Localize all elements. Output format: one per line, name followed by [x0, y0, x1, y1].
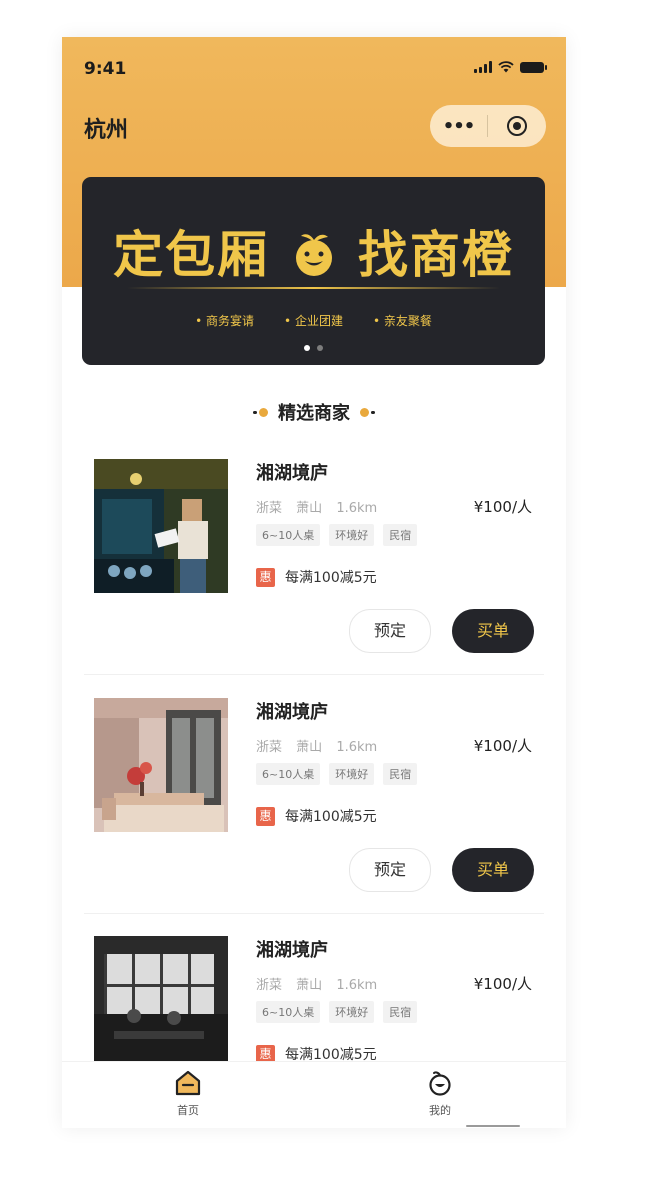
- merchant-tags: 6~10人桌 环境好 民宿: [256, 763, 418, 785]
- merchant-tag: 环境好: [329, 763, 375, 785]
- merchant-price: ¥100/人: [473, 498, 532, 516]
- tab-home-label: 首页: [177, 1104, 199, 1117]
- merchant-cuisine: 浙菜: [256, 501, 283, 516]
- carousel-dot[interactable]: [317, 345, 323, 351]
- merchant-distance: 1.6km: [336, 740, 378, 755]
- merchant-tag: 环境好: [329, 524, 375, 546]
- merchant-promo: 惠 每满100减5元: [256, 567, 377, 587]
- promo-banner[interactable]: 定包厢 找商橙 商务宴请 企业团建 亲友聚餐: [82, 177, 545, 365]
- merchant-photo: [94, 698, 228, 832]
- banner-tag: 企业团建: [284, 312, 343, 329]
- merchant-tags: 6~10人桌 环境好 民宿: [256, 524, 418, 546]
- merchant-card[interactable]: 湘湖境庐 浙菜 萧山 1.6km ¥100/人 6~10人桌 环境好 民宿 惠 …: [62, 459, 566, 699]
- merchant-area: 萧山: [296, 978, 323, 993]
- merchant-area: 萧山: [296, 501, 323, 516]
- promo-text: 每满100减5元: [285, 570, 377, 586]
- banner-title-left: 定包厢: [113, 225, 270, 284]
- more-menu-button[interactable]: •••: [430, 116, 487, 137]
- banner-tag: 商务宴请: [195, 312, 254, 329]
- status-bar: 9:41: [62, 37, 566, 101]
- reserve-button[interactable]: 预定: [349, 848, 431, 892]
- merchant-tag: 6~10人桌: [256, 524, 321, 546]
- phone-screen: 9:41 杭州 ••• 定包厢 找商橙 • 商务宴请 • 企业团建 • 亲友聚餐…: [62, 37, 566, 1128]
- merchant-photo: [94, 936, 228, 1070]
- home-indicator: [466, 1125, 520, 1127]
- orange-logo-icon: [295, 234, 332, 276]
- merchant-tags: 6~10人桌 环境好 民宿: [256, 1001, 418, 1023]
- banner-tag: 亲友聚餐: [373, 312, 432, 329]
- pay-button[interactable]: 买单: [452, 848, 534, 892]
- merchant-tag: 民宿: [383, 763, 418, 785]
- battery-icon: [520, 61, 547, 73]
- merchant-price: ¥100/人: [473, 975, 532, 993]
- merchant-distance: 1.6km: [336, 501, 378, 516]
- merchant-name: 湘湖境庐: [256, 940, 328, 961]
- banner-divider-line: [127, 287, 500, 289]
- merchant-tag: 环境好: [329, 1001, 375, 1023]
- merchant-meta: 浙菜 萧山 1.6km: [256, 974, 387, 993]
- section-title: 精选商家: [278, 403, 350, 424]
- merchant-meta: 浙菜 萧山 1.6km: [256, 736, 387, 755]
- signal-icon: [474, 61, 492, 73]
- merchant-tag: 6~10人桌: [256, 1001, 321, 1023]
- pay-button[interactable]: 买单: [452, 609, 534, 653]
- bottom-tab-bar: 首页 我的: [62, 1061, 566, 1128]
- tab-mine[interactable]: 我的: [410, 1070, 470, 1118]
- merchant-name: 湘湖境庐: [256, 702, 328, 723]
- banner-tags: 商务宴请 企业团建 亲友聚餐: [82, 312, 545, 329]
- heading-left-decoration: [253, 407, 268, 417]
- card-divider: [84, 913, 544, 914]
- reserve-button[interactable]: 预定: [349, 609, 431, 653]
- merchant-area: 萧山: [296, 740, 323, 755]
- banner-title-right: 找商橙: [357, 225, 514, 284]
- close-miniprogram-button[interactable]: [488, 116, 545, 136]
- discount-badge-icon: 惠: [256, 806, 275, 826]
- promo-text: 每满100减5元: [285, 809, 377, 825]
- discount-badge-icon: 惠: [256, 567, 275, 587]
- wifi-icon: [498, 61, 514, 73]
- carousel-dots: [82, 345, 545, 351]
- tab-home[interactable]: 首页: [158, 1070, 218, 1118]
- merchant-tag: 民宿: [383, 524, 418, 546]
- section-heading: 精选商家: [62, 399, 566, 425]
- merchant-meta: 浙菜 萧山 1.6km: [256, 497, 387, 516]
- merchant-cuisine: 浙菜: [256, 978, 283, 993]
- merchant-tag: 6~10人桌: [256, 763, 321, 785]
- heading-right-decoration: [360, 407, 375, 417]
- status-time: 9:41: [84, 59, 127, 79]
- merchant-photo: [94, 459, 228, 593]
- home-icon: [175, 1070, 201, 1096]
- banner-title: 定包厢 找商橙: [82, 215, 545, 287]
- carousel-dot-active[interactable]: [304, 345, 310, 351]
- merchant-name: 湘湖境庐: [256, 463, 328, 484]
- miniprogram-capsule: •••: [430, 105, 546, 147]
- merchant-tag: 民宿: [383, 1001, 418, 1023]
- status-icons: [474, 61, 547, 73]
- merchant-promo: 惠 每满100减5元: [256, 806, 377, 826]
- target-icon: [506, 116, 527, 136]
- merchant-price: ¥100/人: [473, 737, 532, 755]
- city-selector[interactable]: 杭州: [84, 112, 128, 144]
- merchant-card[interactable]: 湘湖境庐 浙菜 萧山 1.6km ¥100/人 6~10人桌 环境好 民宿 惠 …: [62, 698, 566, 938]
- card-divider: [84, 674, 544, 675]
- merchant-cuisine: 浙菜: [256, 740, 283, 755]
- tab-mine-label: 我的: [429, 1104, 451, 1117]
- merchant-distance: 1.6km: [336, 978, 378, 993]
- orange-face-icon: [429, 1071, 451, 1096]
